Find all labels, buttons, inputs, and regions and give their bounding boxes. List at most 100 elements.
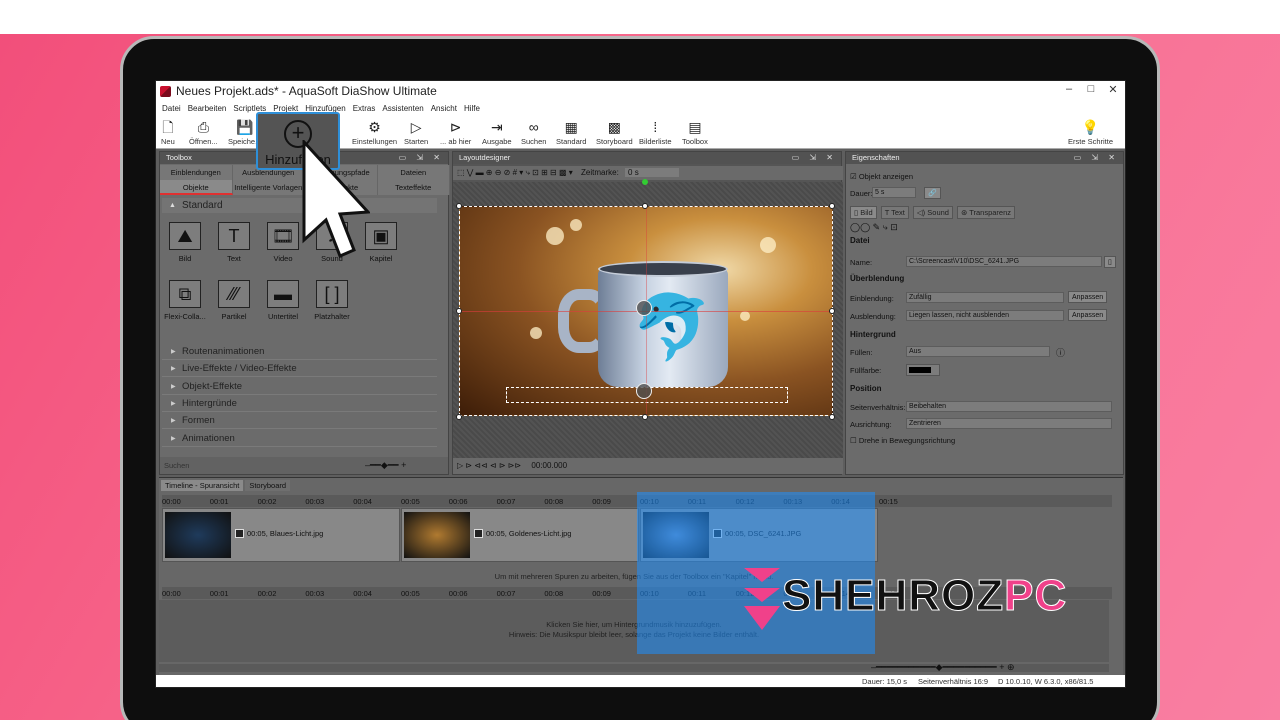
text-pivot[interactable] [636, 383, 652, 399]
menu-item-assistenten[interactable]: Assistenten [382, 104, 423, 113]
timeline-zoom-slider[interactable]: –━━━━━━━━━━━◆━━━━━━━━━━ + ⊕ [871, 662, 1015, 673]
layout-tool-icons[interactable]: ⬚ ⋁ ▬ ⊕ ⊖ ⊘ # ▾ ⤷ ⊡ ⊞ ⊟ ▩ ▾ [457, 168, 573, 177]
toolbar-button-8[interactable]: ∞ Suchen [521, 117, 546, 146]
tool-bild[interactable]: ⛰ Bild [162, 222, 208, 263]
open-icon: ⎙ [197, 119, 209, 135]
zeitmarke-field[interactable]: 0 s [625, 168, 679, 177]
menu-item-datei[interactable]: Datei [162, 104, 181, 113]
maximize-button[interactable]: □ [1082, 83, 1100, 95]
expand-arrow-icon: ▶ [171, 435, 176, 442]
toolbar-button-11[interactable]: ⁞ Bilderliste [639, 117, 672, 146]
zoom-slider[interactable]: –━━◆━━ + [365, 460, 406, 471]
toolbar-button-1[interactable]: ⎙ Öffnen... [189, 117, 218, 146]
ruler-tick: 00:02 [257, 497, 277, 506]
props-tab-text[interactable]: T Text [880, 206, 909, 219]
ruler-tick: 00:05 [401, 589, 420, 598]
first-steps-button[interactable]: 💡 Erste Schritte [1068, 117, 1113, 146]
toolbar-button-9[interactable]: ▦ Standard [556, 117, 586, 146]
einblendung-select[interactable]: Zufällig [906, 292, 1064, 303]
fuellen-select[interactable]: Aus [906, 346, 1050, 357]
toolbox-panel-buttons[interactable]: ▭ ⇲ ✕ [399, 152, 444, 164]
category-0[interactable]: ▶ Routenanimationen [162, 344, 437, 360]
tool-label: Text [227, 254, 241, 263]
minimize-button[interactable]: – [1060, 83, 1078, 95]
browse-icon[interactable]: ▯ [1104, 256, 1116, 268]
resize-handle-bl[interactable] [456, 414, 462, 420]
category-5[interactable]: ▶ Animationen [162, 431, 437, 447]
fill-color-swatch[interactable] [906, 364, 940, 376]
expand-arrow-icon: ▶ [171, 400, 176, 407]
toolbar-button-12[interactable]: ▤ Toolbox [682, 117, 708, 146]
tool-partikel[interactable]: ⁄⁄⁄ Partikel [211, 280, 257, 321]
tool-label: Partikel [221, 312, 247, 321]
anpassen-button-1[interactable]: Anpassen [1068, 291, 1108, 303]
resize-handle-br[interactable] [829, 414, 835, 420]
toolbar-label: Starten [404, 137, 429, 146]
timeline-tab-1[interactable]: Storyboard [245, 480, 291, 491]
link-icon[interactable]: 🔗 [924, 187, 941, 199]
zeitmarke-label: Zeitmarke: [581, 168, 619, 177]
collapse-arrow-icon: ▲ [169, 202, 176, 209]
resize-handle-tl[interactable] [456, 203, 462, 209]
category-1[interactable]: ▶ Live-Effekte / Video-Effekte [162, 361, 437, 378]
timeline-clip-1[interactable]: 00:05, Goldenes-Licht.jpg [401, 508, 639, 562]
ausblendung-select[interactable]: Liegen lassen, nicht ausblenden [906, 310, 1064, 321]
toolbox-search-input[interactable]: Suchen [164, 461, 189, 470]
menu-item-extras[interactable]: Extras [353, 104, 376, 113]
resize-handle-t[interactable] [642, 203, 648, 209]
tab-einblendungen[interactable]: Einblendungen [160, 165, 233, 180]
ueberblendung-heading: Überblendung [850, 274, 905, 283]
tool-platzhalter[interactable]: [ ] Platzhalter [309, 280, 355, 321]
category-2[interactable]: ▶ Objekt-Effekte [162, 379, 437, 395]
section-standard-label: Standard [182, 200, 223, 211]
top-background-band [0, 0, 1280, 34]
layout-panel-buttons[interactable]: ▭ ⇲ ✕ [792, 152, 837, 164]
props-tool-icons[interactable]: ◯◯ ✎ ⤷ ⊡ [850, 222, 898, 233]
resize-handle-b[interactable] [642, 414, 648, 420]
toolbar-button-0[interactable]: 🗋 Neu [161, 117, 175, 146]
name-field[interactable]: C:\Screencast\V10\DSC_6241.JPG [906, 256, 1102, 267]
layout-title: Layoutdesigner [459, 153, 511, 162]
resize-handle-tr[interactable] [829, 203, 835, 209]
close-button[interactable]: ✕ [1104, 83, 1122, 96]
tab-intelligente-vorlagen[interactable]: Intelligente Vorlagen [233, 180, 305, 195]
tool-text[interactable]: T Text [211, 222, 257, 263]
props-tab-bild[interactable]: ▯ Bild [850, 206, 877, 219]
props-panel-buttons[interactable]: ▭ ⇲ ✕ [1074, 152, 1119, 164]
resize-handle-l[interactable] [456, 308, 462, 314]
ausrichtung-select[interactable]: Zentrieren [906, 418, 1112, 429]
rotate-handle[interactable] [642, 179, 648, 185]
center-pivot[interactable] [636, 300, 652, 316]
menu-item-ansicht[interactable]: Ansicht [431, 104, 457, 113]
tool-untertitel[interactable]: ▬ Untertitel [260, 280, 306, 321]
tab-dateien[interactable]: Dateien [378, 165, 450, 180]
ausblendung-label: Ausblendung: [850, 312, 896, 321]
props-tab-transparenz[interactable]: ⊛ Transparenz [956, 206, 1016, 219]
menu-item-bearbeiten[interactable]: Bearbeiten [188, 104, 227, 113]
timeline-tab-0[interactable]: Timeline - Spuransicht [161, 480, 244, 491]
tab-objekte[interactable]: Objekte [160, 180, 233, 195]
info-icon[interactable]: ⓘ [1056, 346, 1065, 359]
status-ratio: Seitenverhältnis 16:9 [918, 677, 989, 686]
tool-flexi-colla-[interactable]: ⧉ Flexi-Colla... [162, 280, 208, 321]
toolbar-button-10[interactable]: ▩ Storyboard [596, 117, 633, 146]
category-4[interactable]: ▶ Formen [162, 413, 437, 430]
layout-canvas[interactable]: 🐬 [453, 179, 843, 460]
toolbar-button-5[interactable]: ▷ Starten [404, 117, 428, 146]
hintergrund-heading: Hintergrund [850, 330, 896, 339]
toolbar-button-7[interactable]: ⇥ Ausgabe [482, 117, 512, 146]
playback-controls[interactable]: ▷ ⊳ ⊲⊲ ⊲ ⊳ ⊳⊳ [457, 461, 521, 470]
menu-item-hilfe[interactable]: Hilfe [464, 104, 480, 113]
drehe-checkbox[interactable]: ☐ Drehe in Bewegungsrichtung [850, 436, 955, 445]
category-3[interactable]: ▶ Hintergründe [162, 396, 437, 412]
tool-icon: T [218, 222, 250, 250]
duration-field[interactable]: 5 s [872, 187, 916, 198]
anpassen-button-2[interactable]: Anpassen [1068, 309, 1108, 321]
resize-handle-r[interactable] [829, 308, 835, 314]
tab-texteffekte[interactable]: Texteffekte [378, 180, 450, 195]
props-tab-sound[interactable]: ◁) Sound [912, 206, 953, 219]
timeline-clip-0[interactable]: 00:05, Blaues-Licht.jpg [162, 508, 400, 562]
seiten-select[interactable]: Beibehalten [906, 401, 1112, 412]
show-object-checkbox[interactable]: ☑ Objekt anzeigen [850, 172, 913, 181]
toolbar-button-6[interactable]: ⊳ ... ab hier [440, 117, 471, 146]
